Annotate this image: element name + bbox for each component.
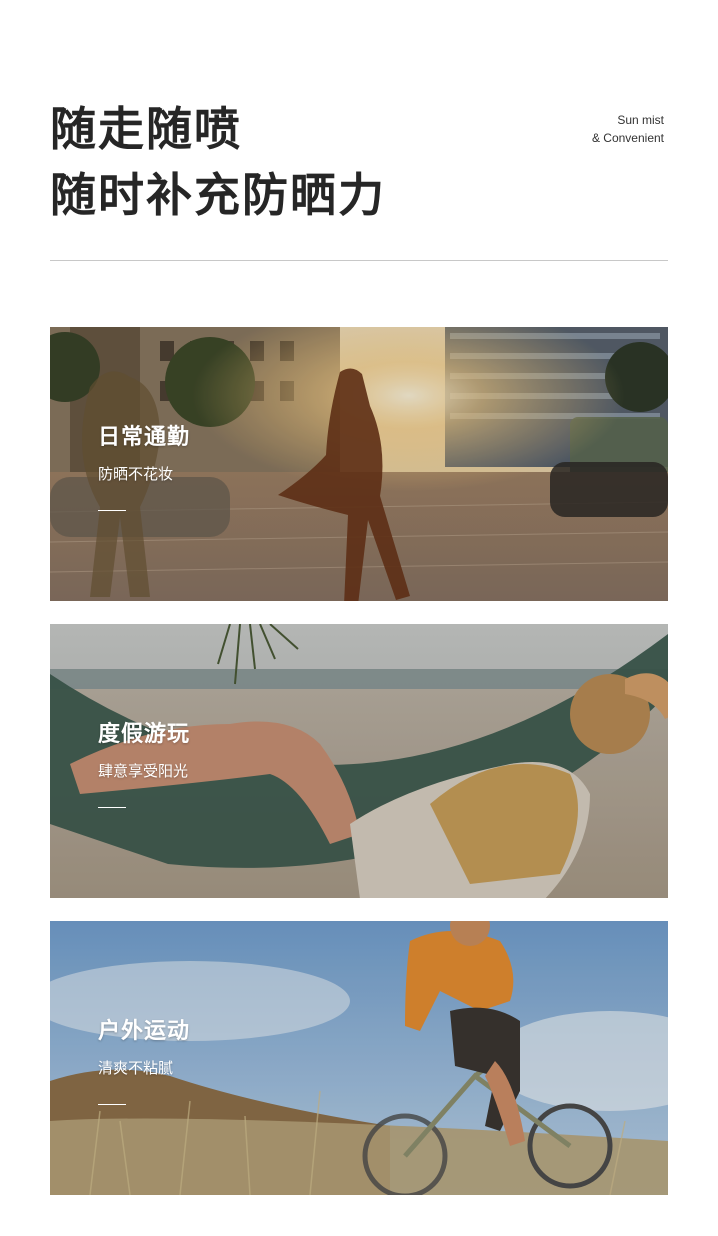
card-commute-underline	[98, 510, 126, 511]
header-divider	[50, 260, 668, 261]
page-subtitle-line-1: Sun mist	[617, 113, 664, 127]
card-vacation: 度假游玩 肆意享受阳光	[50, 624, 668, 898]
card-commute-subtitle: 防晒不花妆	[98, 465, 174, 483]
card-sports-subtitle: 清爽不粘腻	[98, 1059, 174, 1077]
page-title-line-1: 随走随喷	[50, 102, 242, 156]
card-vacation-text: 度假游玩 肆意享受阳光	[98, 716, 190, 808]
card-sports-title: 户外运动	[98, 1019, 191, 1044]
card-commute: 日常通勤 防晒不花妆	[50, 327, 668, 601]
card-commute-title: 日常通勤	[98, 425, 191, 450]
page-subtitle: Sun mist & Convenient	[592, 111, 664, 147]
page-title: 随走随喷 随时补充防晒力	[50, 96, 386, 228]
card-vacation-subtitle: 肆意享受阳光	[98, 762, 189, 780]
page-subtitle-line-2: & Convenient	[591, 131, 664, 145]
card-commute-text: 日常通勤 防晒不花妆	[98, 419, 190, 511]
page-title-line-2: 随时补充防晒力	[50, 168, 386, 222]
card-vacation-underline	[98, 807, 126, 808]
card-sports-text: 户外运动 清爽不粘腻	[98, 1013, 190, 1105]
card-vacation-title: 度假游玩	[98, 722, 191, 747]
card-sports: 户外运动 清爽不粘腻	[50, 921, 668, 1195]
card-sports-underline	[98, 1104, 126, 1105]
